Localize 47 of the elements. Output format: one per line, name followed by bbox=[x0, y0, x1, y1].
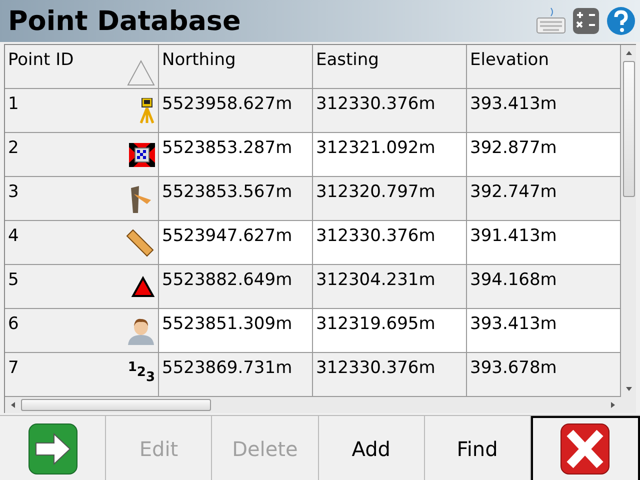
column-header[interactable]: Northing bbox=[159, 45, 313, 89]
table-cell: 312319.695m bbox=[313, 309, 467, 353]
table-cell: 5523958.627m bbox=[159, 89, 313, 133]
column-header[interactable]: Elevation bbox=[467, 45, 621, 89]
scroll-right-icon[interactable] bbox=[609, 401, 617, 409]
window-title: Point Database bbox=[8, 6, 242, 36]
table-cell: 3 bbox=[8, 182, 19, 202]
table-cell: 392.877m bbox=[467, 133, 621, 177]
triangle-icon bbox=[131, 276, 155, 298]
table-cell: 391.413m bbox=[467, 221, 621, 265]
table-cell: 5523869.731m bbox=[159, 353, 313, 397]
table-cell: 312304.231m bbox=[313, 265, 467, 309]
table-cell: 393.678m bbox=[467, 353, 621, 397]
table-cell: 5523853.567m bbox=[159, 177, 313, 221]
table-cell: 6 bbox=[8, 314, 19, 334]
table-cell: 5 bbox=[8, 270, 19, 290]
ruler-icon bbox=[125, 228, 155, 258]
table-cell: 5523882.649m bbox=[159, 265, 313, 309]
calculator-icon[interactable] bbox=[572, 7, 600, 35]
table-cell: 312330.376m bbox=[313, 89, 467, 133]
scrollbar-thumb[interactable] bbox=[21, 399, 211, 411]
scrollbar-thumb[interactable] bbox=[622, 61, 634, 197]
table-cell: 312320.797m bbox=[313, 177, 467, 221]
table-cell: 312330.376m bbox=[313, 221, 467, 265]
close-button[interactable] bbox=[530, 416, 640, 480]
table-cell: 392.747m bbox=[467, 177, 621, 221]
table-cell: 5523851.309m bbox=[159, 309, 313, 353]
person-icon bbox=[127, 316, 155, 344]
tripod-icon bbox=[139, 98, 155, 124]
target-icon bbox=[129, 142, 155, 166]
numbering-icon: 123 bbox=[128, 361, 155, 385]
column-header[interactable]: Easting bbox=[313, 45, 467, 89]
table-cell: 393.413m bbox=[467, 309, 621, 353]
table-cell: 7 bbox=[8, 358, 19, 378]
table-cell: 5523853.287m bbox=[159, 133, 313, 177]
close-icon bbox=[560, 423, 610, 475]
table-cell: 312321.092m bbox=[313, 133, 467, 177]
table-cell: 4 bbox=[8, 226, 19, 246]
table-cell: 2 bbox=[8, 138, 19, 158]
table-cell: 393.413m bbox=[467, 89, 621, 133]
column-header[interactable]: Point ID bbox=[5, 45, 159, 89]
table-cell: 5523947.627m bbox=[159, 221, 313, 265]
table-cell: 394.168m bbox=[467, 265, 621, 309]
scroll-left-icon[interactable] bbox=[9, 401, 17, 409]
help-icon[interactable] bbox=[606, 6, 636, 36]
table-cell: 1 bbox=[8, 94, 19, 114]
table-cell: 312330.376m bbox=[313, 353, 467, 397]
